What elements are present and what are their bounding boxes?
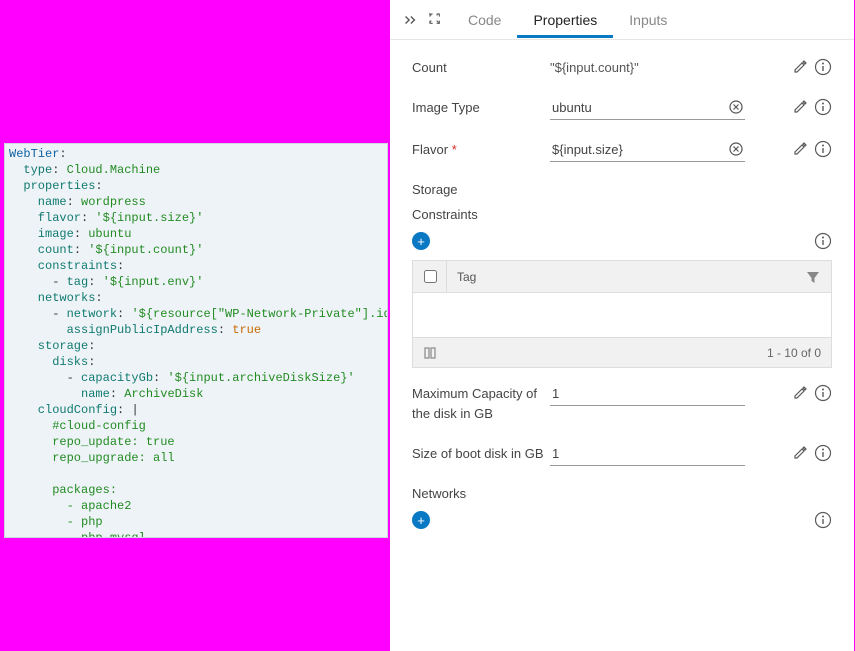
info-icon[interactable]: [814, 140, 832, 158]
select-all-checkbox[interactable]: [424, 270, 437, 283]
table-footer: 1 - 10 of 0: [413, 337, 831, 367]
required-asterisk: *: [452, 142, 457, 157]
add-constraint-button[interactable]: +: [412, 232, 430, 250]
image-type-label: Image Type: [412, 98, 550, 118]
row-count: Count "${input.count}": [412, 58, 832, 78]
clear-icon[interactable]: [729, 142, 743, 156]
constraints-toolbar: +: [412, 232, 832, 250]
count-value: "${input.count}": [550, 58, 745, 78]
row-flavor: Flavor *: [412, 140, 832, 162]
collapse-icon[interactable]: [400, 10, 420, 30]
info-icon[interactable]: [814, 98, 832, 116]
tab-properties[interactable]: Properties: [517, 2, 613, 38]
max-capacity-label: Maximum Capacity of the disk in GB: [412, 384, 550, 424]
tab-code[interactable]: Code: [452, 2, 517, 37]
max-capacity-input[interactable]: [550, 384, 745, 406]
info-icon[interactable]: [814, 384, 832, 402]
image-type-input[interactable]: [550, 98, 745, 120]
tab-inputs[interactable]: Inputs: [613, 2, 683, 37]
networks-section: Networks: [412, 486, 832, 501]
yaml-code-pane[interactable]: WebTier: type: Cloud.Machine properties:…: [4, 143, 388, 538]
edit-icon[interactable]: [792, 59, 808, 75]
clear-icon[interactable]: [729, 100, 743, 114]
info-icon[interactable]: [814, 58, 832, 76]
row-boot-disk: Size of boot disk in GB: [412, 444, 832, 466]
properties-panel: Code Properties Inputs Count "${input.co…: [390, 0, 854, 651]
info-icon[interactable]: [814, 511, 832, 529]
info-icon[interactable]: [814, 232, 832, 250]
edit-icon[interactable]: [792, 99, 808, 115]
row-image-type: Image Type: [412, 98, 832, 120]
panel-tabs: Code Properties Inputs: [390, 0, 854, 40]
add-network-button[interactable]: +: [412, 511, 430, 529]
storage-section: Storage: [412, 182, 832, 197]
properties-form: Count "${input.count}" Image Type Flavor…: [390, 40, 854, 651]
expand-icon[interactable]: [426, 10, 446, 30]
edit-icon[interactable]: [792, 141, 808, 157]
boot-disk-input[interactable]: [550, 444, 745, 466]
edit-icon[interactable]: [792, 385, 808, 401]
edit-icon[interactable]: [792, 445, 808, 461]
boot-disk-label: Size of boot disk in GB: [412, 444, 550, 464]
table-header: Tag: [413, 261, 831, 293]
columns-icon[interactable]: [423, 345, 439, 361]
pagination-text: 1 - 10 of 0: [767, 346, 821, 360]
filter-icon[interactable]: [805, 269, 821, 285]
constraints-section: Constraints: [412, 207, 832, 222]
flavor-label: Flavor *: [412, 140, 550, 160]
flavor-input[interactable]: [550, 140, 745, 162]
count-label: Count: [412, 58, 550, 78]
table-body-empty: [413, 293, 831, 337]
tag-column-header[interactable]: Tag: [457, 270, 476, 284]
info-icon[interactable]: [814, 444, 832, 462]
row-max-capacity: Maximum Capacity of the disk in GB: [412, 384, 832, 424]
networks-toolbar: +: [412, 511, 832, 529]
constraints-table: Tag 1 - 10 of 0: [412, 260, 832, 368]
